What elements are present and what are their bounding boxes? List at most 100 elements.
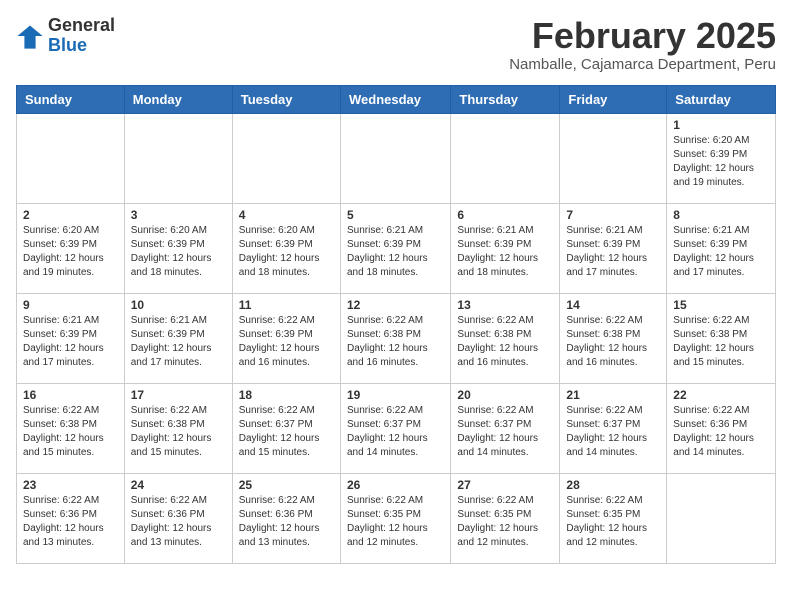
- day-number: 5: [347, 208, 444, 222]
- logo-icon: [16, 22, 44, 50]
- calendar-cell: 22 Sunrise: 6:22 AM Sunset: 6:36 PM Dayli…: [667, 383, 776, 473]
- day-number: 22: [673, 388, 769, 402]
- day-info: Sunrise: 6:20 AM Sunset: 6:39 PM Dayligh…: [23, 224, 118, 280]
- day-number: 4: [239, 208, 334, 222]
- day-info: Sunrise: 6:22 AM Sunset: 6:36 PM Dayligh…: [23, 494, 118, 550]
- weekday-header-sunday: Sunday: [17, 85, 125, 113]
- calendar-cell: 5 Sunrise: 6:21 AM Sunset: 6:39 PM Daylig…: [340, 203, 450, 293]
- day-number: 20: [457, 388, 553, 402]
- day-info: Sunrise: 6:21 AM Sunset: 6:39 PM Dayligh…: [457, 224, 553, 280]
- calendar-cell: 11Sunrise: 6:22 AM Sunset: 6:39 PM Dayli…: [232, 293, 340, 383]
- weekday-header-saturday: Saturday: [667, 85, 776, 113]
- weekday-header-tuesday: Tuesday: [232, 85, 340, 113]
- day-info: Sunrise: 6:22 AM Sunset: 6:36 PM Dayligh…: [239, 494, 334, 550]
- day-number: 12: [347, 298, 444, 312]
- day-number: 17: [131, 388, 226, 402]
- calendar-cell: [340, 113, 450, 203]
- day-info: Sunrise: 6:22 AM Sunset: 6:39 PM Dayligh…: [239, 314, 334, 370]
- day-number: 8: [673, 208, 769, 222]
- calendar-cell: [17, 113, 125, 203]
- day-number: 28: [566, 478, 660, 492]
- day-info: Sunrise: 6:22 AM Sunset: 6:37 PM Dayligh…: [566, 404, 660, 460]
- weekday-header-monday: Monday: [124, 85, 232, 113]
- logo: General Blue: [16, 16, 115, 56]
- day-number: 15: [673, 298, 769, 312]
- calendar-cell: 17Sunrise: 6:22 AM Sunset: 6:38 PM Dayli…: [124, 383, 232, 473]
- weekday-header-friday: Friday: [560, 85, 667, 113]
- page-header: General Blue February 2025 Namballe, Caj…: [16, 16, 776, 73]
- day-info: Sunrise: 6:22 AM Sunset: 6:38 PM Dayligh…: [23, 404, 118, 460]
- calendar-cell: 14Sunrise: 6:22 AM Sunset: 6:38 PM Dayli…: [560, 293, 667, 383]
- calendar-cell: [667, 473, 776, 563]
- day-number: 6: [457, 208, 553, 222]
- day-info: Sunrise: 6:22 AM Sunset: 6:38 PM Dayligh…: [347, 314, 444, 370]
- day-number: 3: [131, 208, 226, 222]
- day-number: 1: [673, 118, 769, 132]
- day-number: 16: [23, 388, 118, 402]
- day-number: 21: [566, 388, 660, 402]
- day-number: 7: [566, 208, 660, 222]
- calendar-week-row: 16 Sunrise: 6:22 AM Sunset: 6:38 PM Dayli…: [17, 383, 776, 473]
- day-info: Sunrise: 6:22 AM Sunset: 6:37 PM Dayligh…: [239, 404, 334, 460]
- day-info: Sunrise: 6:21 AM Sunset: 6:39 PM Dayligh…: [673, 224, 769, 280]
- calendar-cell: 27 Sunrise: 6:22 AM Sunset: 6:35 PM Dayli…: [451, 473, 560, 563]
- weekday-header-wednesday: Wednesday: [340, 85, 450, 113]
- calendar-cell: [451, 113, 560, 203]
- calendar-cell: 4 Sunrise: 6:20 AM Sunset: 6:39 PM Daylig…: [232, 203, 340, 293]
- weekday-header-row: SundayMondayTuesdayWednesdayThursdayFrid…: [17, 85, 776, 113]
- day-info: Sunrise: 6:22 AM Sunset: 6:35 PM Dayligh…: [457, 494, 553, 550]
- calendar-cell: [124, 113, 232, 203]
- day-info: Sunrise: 6:21 AM Sunset: 6:39 PM Dayligh…: [566, 224, 660, 280]
- calendar-cell: [232, 113, 340, 203]
- calendar-cell: 8 Sunrise: 6:21 AM Sunset: 6:39 PM Daylig…: [667, 203, 776, 293]
- day-number: 10: [131, 298, 226, 312]
- day-number: 26: [347, 478, 444, 492]
- day-info: Sunrise: 6:22 AM Sunset: 6:37 PM Dayligh…: [457, 404, 553, 460]
- day-info: Sunrise: 6:22 AM Sunset: 6:35 PM Dayligh…: [347, 494, 444, 550]
- day-number: 25: [239, 478, 334, 492]
- day-info: Sunrise: 6:22 AM Sunset: 6:37 PM Dayligh…: [347, 404, 444, 460]
- calendar-cell: 21 Sunrise: 6:22 AM Sunset: 6:37 PM Dayli…: [560, 383, 667, 473]
- day-info: Sunrise: 6:21 AM Sunset: 6:39 PM Dayligh…: [131, 314, 226, 370]
- day-info: Sunrise: 6:20 AM Sunset: 6:39 PM Dayligh…: [131, 224, 226, 280]
- day-number: 23: [23, 478, 118, 492]
- calendar-week-row: 1 Sunrise: 6:20 AM Sunset: 6:39 PM Daylig…: [17, 113, 776, 203]
- day-info: Sunrise: 6:22 AM Sunset: 6:38 PM Dayligh…: [673, 314, 769, 370]
- logo-blue-text: Blue: [48, 36, 115, 56]
- calendar-cell: 1 Sunrise: 6:20 AM Sunset: 6:39 PM Daylig…: [667, 113, 776, 203]
- calendar-cell: 20 Sunrise: 6:22 AM Sunset: 6:37 PM Dayli…: [451, 383, 560, 473]
- calendar-week-row: 2 Sunrise: 6:20 AM Sunset: 6:39 PM Daylig…: [17, 203, 776, 293]
- day-info: Sunrise: 6:20 AM Sunset: 6:39 PM Dayligh…: [673, 134, 769, 190]
- calendar-cell: 25 Sunrise: 6:22 AM Sunset: 6:36 PM Dayli…: [232, 473, 340, 563]
- day-info: Sunrise: 6:21 AM Sunset: 6:39 PM Dayligh…: [23, 314, 118, 370]
- calendar-title-section: February 2025 Namballe, Cajamarca Depart…: [509, 16, 776, 73]
- day-info: Sunrise: 6:22 AM Sunset: 6:35 PM Dayligh…: [566, 494, 660, 550]
- day-number: 19: [347, 388, 444, 402]
- day-number: 27: [457, 478, 553, 492]
- day-number: 18: [239, 388, 334, 402]
- calendar-cell: 3 Sunrise: 6:20 AM Sunset: 6:39 PM Daylig…: [124, 203, 232, 293]
- calendar-week-row: 9 Sunrise: 6:21 AM Sunset: 6:39 PM Daylig…: [17, 293, 776, 383]
- day-info: Sunrise: 6:22 AM Sunset: 6:38 PM Dayligh…: [457, 314, 553, 370]
- logo-general-text: General: [48, 16, 115, 36]
- day-info: Sunrise: 6:20 AM Sunset: 6:39 PM Dayligh…: [239, 224, 334, 280]
- day-info: Sunrise: 6:21 AM Sunset: 6:39 PM Dayligh…: [347, 224, 444, 280]
- calendar-subtitle: Namballe, Cajamarca Department, Peru: [509, 56, 776, 73]
- calendar-cell: 28 Sunrise: 6:22 AM Sunset: 6:35 PM Dayli…: [560, 473, 667, 563]
- day-number: 9: [23, 298, 118, 312]
- calendar-cell: 9 Sunrise: 6:21 AM Sunset: 6:39 PM Daylig…: [17, 293, 125, 383]
- calendar-cell: 7 Sunrise: 6:21 AM Sunset: 6:39 PM Daylig…: [560, 203, 667, 293]
- calendar-cell: 13Sunrise: 6:22 AM Sunset: 6:38 PM Dayli…: [451, 293, 560, 383]
- calendar-cell: 26 Sunrise: 6:22 AM Sunset: 6:35 PM Dayli…: [340, 473, 450, 563]
- calendar-cell: 23 Sunrise: 6:22 AM Sunset: 6:36 PM Dayli…: [17, 473, 125, 563]
- calendar-cell: 12 Sunrise: 6:22 AM Sunset: 6:38 PM Dayli…: [340, 293, 450, 383]
- day-info: Sunrise: 6:22 AM Sunset: 6:36 PM Dayligh…: [673, 404, 769, 460]
- day-number: 2: [23, 208, 118, 222]
- calendar-cell: 16 Sunrise: 6:22 AM Sunset: 6:38 PM Dayli…: [17, 383, 125, 473]
- calendar-cell: 15 Sunrise: 6:22 AM Sunset: 6:38 PM Dayli…: [667, 293, 776, 383]
- calendar-table: SundayMondayTuesdayWednesdayThursdayFrid…: [16, 85, 776, 564]
- calendar-cell: 18 Sunrise: 6:22 AM Sunset: 6:37 PM Dayli…: [232, 383, 340, 473]
- calendar-cell: [560, 113, 667, 203]
- calendar-cell: 10 Sunrise: 6:21 AM Sunset: 6:39 PM Dayli…: [124, 293, 232, 383]
- day-info: Sunrise: 6:22 AM Sunset: 6:38 PM Dayligh…: [566, 314, 660, 370]
